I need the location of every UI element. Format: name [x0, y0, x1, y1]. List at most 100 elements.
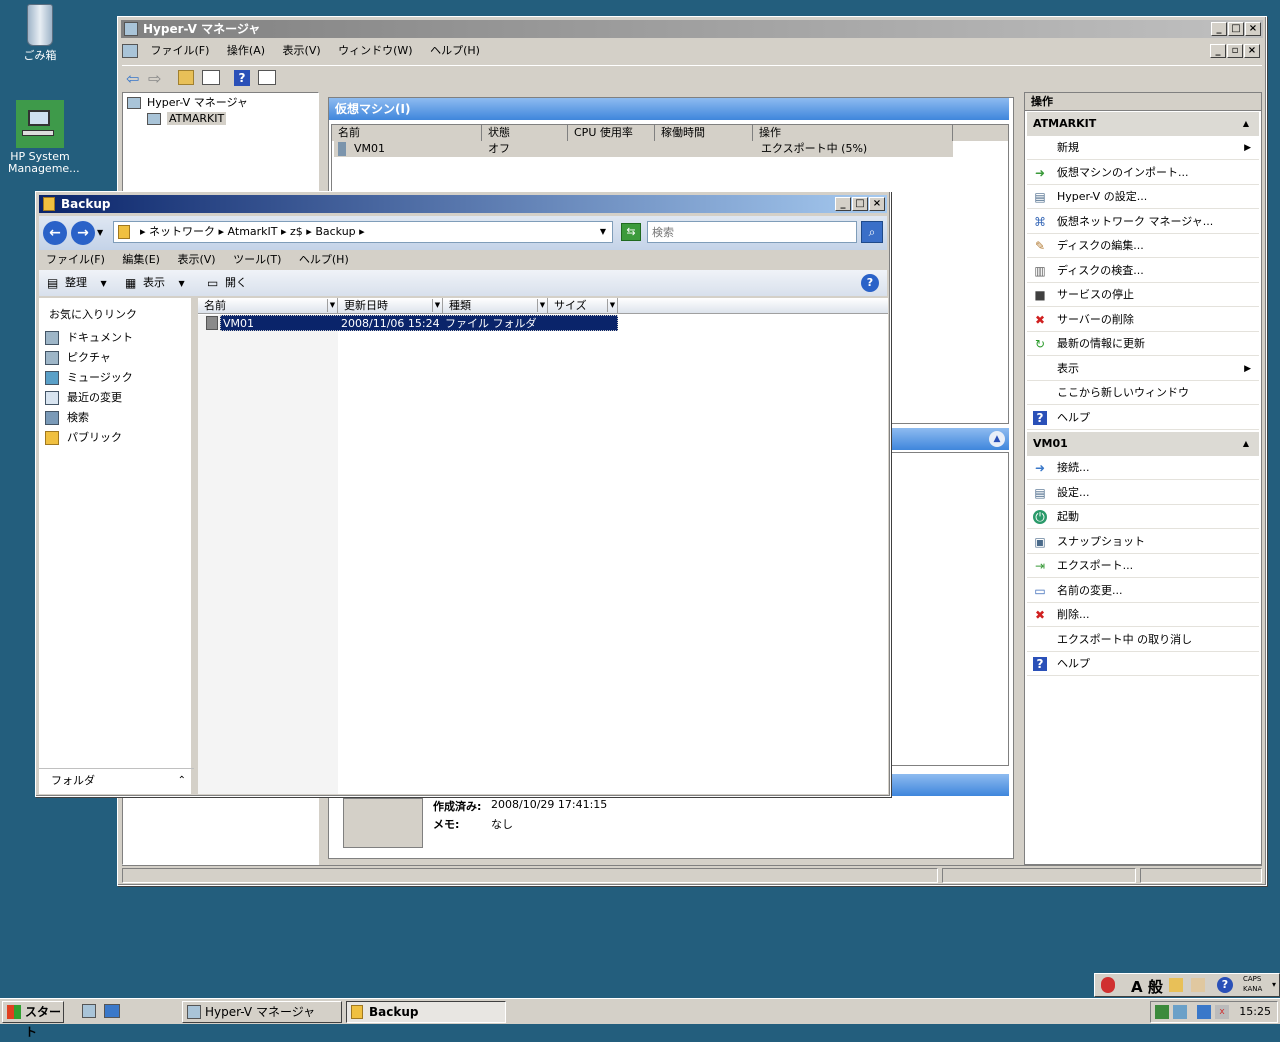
- action-items2-7[interactable]: エクスポート中 の取り消し: [1027, 628, 1259, 652]
- organize-button[interactable]: ▤ 整理 ▼: [45, 273, 115, 293]
- hyperv-titlebar[interactable]: Hyper-V マネージャ _ □ ×: [121, 20, 1263, 38]
- start-button[interactable]: スタート: [2, 1001, 64, 1039]
- clock[interactable]: 15:25: [1239, 1005, 1271, 1018]
- mdi-minimize-button[interactable]: _: [1210, 44, 1226, 58]
- col-cpu[interactable]: CPU 使用率: [568, 125, 655, 141]
- help-icon[interactable]: ?: [861, 274, 879, 292]
- backup-titlebar[interactable]: Backup _ □ ×: [39, 195, 887, 213]
- action-pane-icon[interactable]: [258, 70, 276, 85]
- section-atmarkit[interactable]: ATMARKIT ▲: [1027, 112, 1259, 136]
- col-operation[interactable]: 操作: [753, 125, 953, 141]
- network-tray-icon[interactable]: [1155, 1005, 1169, 1019]
- breadcrumb-backup[interactable]: Backup: [315, 225, 355, 238]
- console-tree-icon[interactable]: [202, 70, 220, 85]
- col-type[interactable]: 種類 ▼: [443, 298, 548, 314]
- column-dropdown-icon[interactable]: ▼: [327, 299, 337, 312]
- menu-file[interactable]: ファイル(F): [144, 41, 217, 61]
- fav-public[interactable]: パブリック: [45, 428, 122, 448]
- tree-root[interactable]: Hyper-V マネージャ: [127, 95, 248, 111]
- column-dropdown-icon[interactable]: ▼: [537, 299, 547, 312]
- folders-toggle[interactable]: フォルダ ⌃: [39, 768, 194, 792]
- fav-recent[interactable]: 最近の変更: [45, 388, 122, 408]
- ime-icon[interactable]: [1101, 977, 1115, 993]
- col-size[interactable]: サイズ ▼: [548, 298, 618, 314]
- action-items1-4[interactable]: ✎ ディスクの編集...: [1027, 234, 1259, 258]
- action-items1-0[interactable]: 新規 ▶: [1027, 136, 1259, 160]
- menu-view[interactable]: 表示(V): [170, 250, 222, 270]
- menu-window[interactable]: ウィンドウ(W): [331, 41, 419, 61]
- back-button[interactable]: ←: [43, 221, 67, 245]
- refresh-button[interactable]: ⇆: [621, 223, 641, 241]
- maximize-button[interactable]: □: [852, 197, 868, 211]
- col-modified[interactable]: 更新日時 ▼: [338, 298, 443, 314]
- action-items2-4[interactable]: ⇥ エクスポート...: [1027, 554, 1259, 578]
- col-state[interactable]: 状態: [482, 125, 568, 141]
- fav-music[interactable]: ミュージック: [45, 368, 133, 388]
- action-items2-1[interactable]: ▤ 設定...: [1027, 481, 1259, 505]
- ime-tool-icon[interactable]: [1191, 978, 1205, 992]
- collapse-arrow-icon[interactable]: ▲: [1243, 432, 1249, 456]
- minimize-button[interactable]: _: [1211, 22, 1227, 36]
- col-name[interactable]: 名前 ▼: [198, 298, 338, 314]
- file-row[interactable]: VM01 2008/11/06 15:24 ファイル フォルダ: [220, 315, 618, 331]
- column-dropdown-icon[interactable]: ▼: [432, 299, 442, 312]
- display-tray-icon[interactable]: [1197, 1005, 1211, 1019]
- col-name[interactable]: 名前: [332, 125, 482, 141]
- action-items1-11[interactable]: ? ヘルプ: [1027, 406, 1259, 430]
- up-folder-icon[interactable]: [178, 70, 194, 85]
- action-items1-9[interactable]: 表示 ▶: [1027, 357, 1259, 381]
- maximize-button[interactable]: □: [1228, 22, 1244, 36]
- action-items2-5[interactable]: ▭ 名前の変更...: [1027, 579, 1259, 603]
- menu-tools[interactable]: ツール(T): [226, 250, 288, 270]
- menu-help[interactable]: ヘルプ(H): [292, 250, 356, 270]
- mdi-restore-button[interactable]: ▫: [1227, 44, 1243, 58]
- ime-pad-icon[interactable]: [1169, 978, 1183, 992]
- col-uptime[interactable]: 稼働時間: [655, 125, 753, 141]
- address-bar[interactable]: ▸ ネットワーク ▸ AtmarkIT ▸ z$ ▸ Backup ▸ ▼: [113, 221, 613, 243]
- quicklaunch-server-manager-icon[interactable]: [82, 1004, 96, 1018]
- mdi-close-button[interactable]: ×: [1244, 44, 1260, 58]
- section-vm01[interactable]: VM01 ▲: [1027, 432, 1259, 456]
- task-backup[interactable]: Backup: [346, 1001, 506, 1023]
- vm-row[interactable]: VM01 オフ エクスポート中 (5%): [334, 141, 953, 157]
- menu-view[interactable]: 表示(V): [276, 41, 328, 61]
- hp-system-management[interactable]: HP System Manageme...: [0, 100, 80, 175]
- menu-help[interactable]: ヘルプ(H): [423, 41, 487, 61]
- address-dropdown-icon[interactable]: ▼: [600, 222, 606, 242]
- menu-edit[interactable]: 編集(E): [115, 250, 167, 270]
- back-arrow-icon[interactable]: ⇦: [126, 69, 139, 88]
- action-items1-7[interactable]: ✖ サーバーの削除: [1027, 308, 1259, 332]
- action-items1-1[interactable]: ➜ 仮想マシンのインポート...: [1027, 161, 1259, 185]
- history-dropdown-icon[interactable]: ▼: [97, 228, 103, 237]
- tree-item-atmarkit[interactable]: ATMARKIT: [147, 111, 227, 127]
- quicklaunch-desktop-icon[interactable]: [104, 1004, 120, 1018]
- fav-search[interactable]: 検索: [45, 408, 89, 428]
- forward-button[interactable]: →: [71, 221, 95, 245]
- forward-arrow-icon[interactable]: ⇨: [148, 69, 161, 88]
- action-items1-2[interactable]: ▤ Hyper-V の設定...: [1027, 185, 1259, 209]
- search-input[interactable]: [647, 221, 857, 243]
- minimize-button[interactable]: _: [835, 197, 851, 211]
- action-items2-6[interactable]: ✖ 削除...: [1027, 603, 1259, 627]
- breadcrumb-network[interactable]: ネットワーク: [149, 225, 215, 238]
- help-icon[interactable]: ?: [234, 70, 250, 86]
- language-bar-menu-icon[interactable]: ▾: [1272, 980, 1276, 989]
- fav-documents[interactable]: ドキュメント: [45, 328, 133, 348]
- collapse-arrow-icon[interactable]: ▲: [1243, 112, 1249, 136]
- action-items2-2[interactable]: ⏻ 起動: [1027, 505, 1259, 529]
- fav-pictures[interactable]: ピクチャ: [45, 348, 111, 368]
- action-items1-8[interactable]: ↻ 最新の情報に更新: [1027, 332, 1259, 356]
- breadcrumb-zshare[interactable]: z$: [290, 225, 303, 238]
- menu-action[interactable]: 操作(A): [220, 41, 272, 61]
- recycle-bin[interactable]: ごみ箱: [0, 4, 80, 62]
- volume-muted-icon[interactable]: x: [1215, 1005, 1229, 1019]
- column-dropdown-icon[interactable]: ▼: [607, 299, 617, 312]
- action-items1-3[interactable]: ⌘ 仮想ネットワーク マネージャ...: [1027, 210, 1259, 234]
- open-button[interactable]: ▭ 開く: [205, 273, 255, 293]
- action-items2-3[interactable]: ▣ スナップショット: [1027, 530, 1259, 554]
- action-items2-0[interactable]: ➜ 接続...: [1027, 456, 1259, 480]
- view-button[interactable]: ▦ 表示 ▼: [123, 273, 193, 293]
- action-items1-5[interactable]: ▥ ディスクの検査...: [1027, 259, 1259, 283]
- action-items1-10[interactable]: ここから新しいウィンドウ: [1027, 381, 1259, 405]
- breadcrumb-atmarkit[interactable]: AtmarkIT: [228, 225, 278, 238]
